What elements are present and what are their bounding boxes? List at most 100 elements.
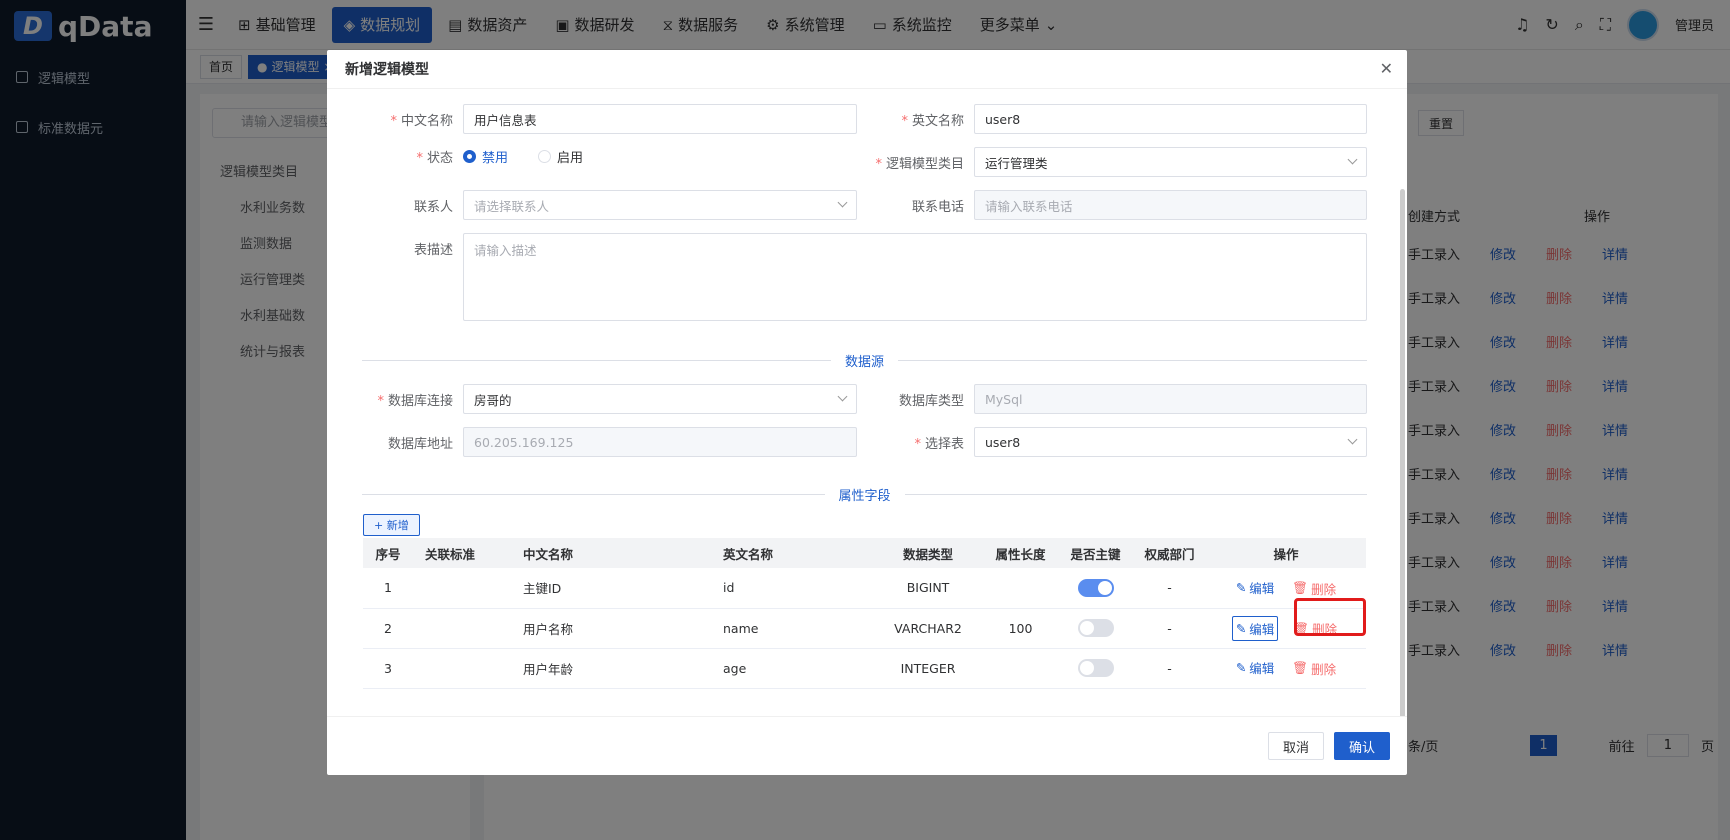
cell-no: 1 [363, 568, 413, 609]
category-label: * 逻辑模型类目 [875, 156, 964, 172]
cell-type: BIGINT [873, 568, 983, 609]
db-type-row: 数据库类型 MySql [874, 384, 1367, 414]
desc-textarea[interactable]: 请输入描述 [463, 233, 1367, 321]
col-std: 关联标准 [413, 538, 503, 568]
cell-pk [1058, 608, 1133, 649]
cell-std [413, 608, 503, 649]
radio-unchecked-icon [538, 150, 552, 163]
dialog-title: 新增逻辑模型 [345, 62, 429, 78]
section-fields: 属性字段 [362, 484, 1367, 504]
contact-select[interactable]: 请选择联系人 [463, 190, 857, 220]
db-addr-row: 数据库地址 60.205.169.125 [363, 427, 857, 457]
pk-switch[interactable] [1077, 659, 1114, 677]
cell-en: name [703, 608, 873, 649]
cell-no: 3 [363, 648, 413, 689]
add-logic-model-dialog: 新增逻辑模型 ✕ * 中文名称 用户信息表 * 英文名称 user8 * 状态 禁用 … [327, 50, 1407, 775]
cell-len [983, 648, 1058, 689]
chevron-down-icon [837, 391, 848, 402]
cn-name-input[interactable]: 用户信息表 [463, 104, 857, 134]
db-addr-input[interactable]: 60.205.169.125 [463, 427, 857, 457]
cell-cn: 主键ID [503, 568, 703, 609]
cell-type: INTEGER [873, 648, 983, 689]
delete-button[interactable]: 🗑 删除 [1289, 657, 1339, 680]
db-type-input[interactable]: MySql [974, 384, 1367, 414]
db-addr-label: 数据库地址 [387, 436, 453, 452]
table-header: 序号 关联标准 中文名称 英文名称 数据类型 属性长度 是否主键 权威部门 操作 [363, 538, 1366, 568]
phone-input[interactable]: 请输入联系电话 [974, 190, 1367, 220]
chevron-down-icon [1347, 154, 1358, 165]
contact-label: 联系人 [413, 199, 453, 215]
trash-icon: 🗑 [1292, 580, 1309, 595]
cell-dept: - [1133, 648, 1206, 689]
delete-button[interactable]: 🗑 删除 [1289, 577, 1339, 600]
edit-button[interactable]: ✎ 编辑 [1233, 576, 1278, 599]
status-label: * 状态 [416, 151, 453, 166]
cell-dept: - [1133, 608, 1206, 649]
cell-en: age [703, 648, 873, 689]
cancel-button[interactable]: 取消 [1267, 732, 1324, 760]
edit-icon: ✎ [1235, 660, 1247, 676]
desc-label: 表描述 [413, 243, 453, 258]
col-op: 操作 [1206, 538, 1366, 568]
chevron-down-icon [1347, 434, 1358, 445]
cell-cn: 用户年龄 [503, 648, 703, 689]
phone-row: 联系电话 请输入联系电话 [874, 190, 1367, 220]
cell-op: ✎ 编辑 🗑 删除 [1206, 648, 1366, 689]
pk-switch[interactable] [1077, 619, 1114, 637]
col-cn: 中文名称 [503, 538, 703, 568]
scrollbar[interactable] [1400, 189, 1405, 716]
table-row: 2 用户名称 name VARCHAR2 100 - ✎ 编辑 🗑 删除 [363, 608, 1366, 649]
db-conn-select[interactable]: 房哥的 [463, 384, 857, 414]
cell-std [413, 648, 503, 689]
status-radio-disabled[interactable]: 禁用 [463, 147, 508, 166]
db-type-label: 数据库类型 [898, 393, 964, 409]
cell-dept: - [1133, 568, 1206, 609]
desc-row: 表描述 请输入描述 [363, 233, 1367, 321]
db-conn-row: * 数据库连接 房哥的 [363, 384, 857, 414]
cell-len: 100 [983, 608, 1058, 649]
radio-checked-icon [463, 150, 476, 163]
contact-row: 联系人 请选择联系人 [363, 190, 857, 220]
edit-button[interactable]: ✎ 编辑 [1233, 656, 1278, 679]
confirm-button[interactable]: 确认 [1333, 732, 1390, 760]
dialog-footer: 取消 确认 [327, 716, 1407, 775]
table-row: 1 主键ID id BIGINT - ✎ 编辑 🗑 删除 [363, 568, 1366, 609]
section-source: 数据源 [362, 350, 1367, 370]
status-row: * 状态 禁用 启用 [363, 147, 613, 166]
cell-cn: 用户名称 [503, 608, 703, 649]
en-name-row: * 英文名称 user8 [874, 104, 1367, 134]
close-icon[interactable]: ✕ [1380, 59, 1393, 78]
cn-name-label: * 中文名称 [390, 113, 453, 129]
phone-label: 联系电话 [911, 199, 964, 215]
status-radio-enabled[interactable]: 启用 [538, 147, 583, 166]
category-row: * 逻辑模型类目 运行管理类 [874, 147, 1367, 177]
col-pk: 是否主键 [1058, 538, 1133, 568]
trash-icon: 🗑 [1292, 660, 1309, 676]
cell-pk [1058, 648, 1133, 689]
en-name-input[interactable]: user8 [974, 104, 1367, 134]
col-type: 数据类型 [873, 538, 983, 568]
db-conn-label: * 数据库连接 [377, 393, 453, 409]
category-select[interactable]: 运行管理类 [974, 147, 1367, 177]
edit-icon: ✎ [1235, 580, 1247, 595]
pk-switch[interactable] [1077, 578, 1114, 597]
edit-icon: ✎ [1235, 620, 1247, 636]
cell-en: id [703, 568, 873, 609]
col-dept: 权威部门 [1133, 538, 1206, 568]
cell-pk [1058, 568, 1133, 609]
add-field-button[interactable]: + 新增 [363, 514, 420, 536]
chevron-down-icon [837, 197, 848, 208]
en-name-label: * 英文名称 [901, 113, 964, 129]
col-no: 序号 [363, 538, 413, 568]
fields-table: 序号 关联标准 中文名称 英文名称 数据类型 属性长度 是否主键 权威部门 操作… [363, 538, 1366, 689]
cn-name-row: * 中文名称 用户信息表 [363, 104, 857, 134]
dialog-body: * 中文名称 用户信息表 * 英文名称 user8 * 状态 禁用 启用 * 逻辑模型类… [327, 88, 1407, 716]
cell-std [413, 568, 503, 609]
table-select[interactable]: user8 [974, 427, 1367, 457]
table-row: 3 用户年龄 age INTEGER - ✎ 编辑 🗑 删除 [363, 648, 1366, 689]
table-label: * 选择表 [914, 436, 964, 452]
edit-button[interactable]: ✎ 编辑 [1231, 615, 1279, 641]
cell-no: 2 [363, 608, 413, 649]
highlight-box [1294, 598, 1366, 636]
cell-type: VARCHAR2 [873, 608, 983, 649]
